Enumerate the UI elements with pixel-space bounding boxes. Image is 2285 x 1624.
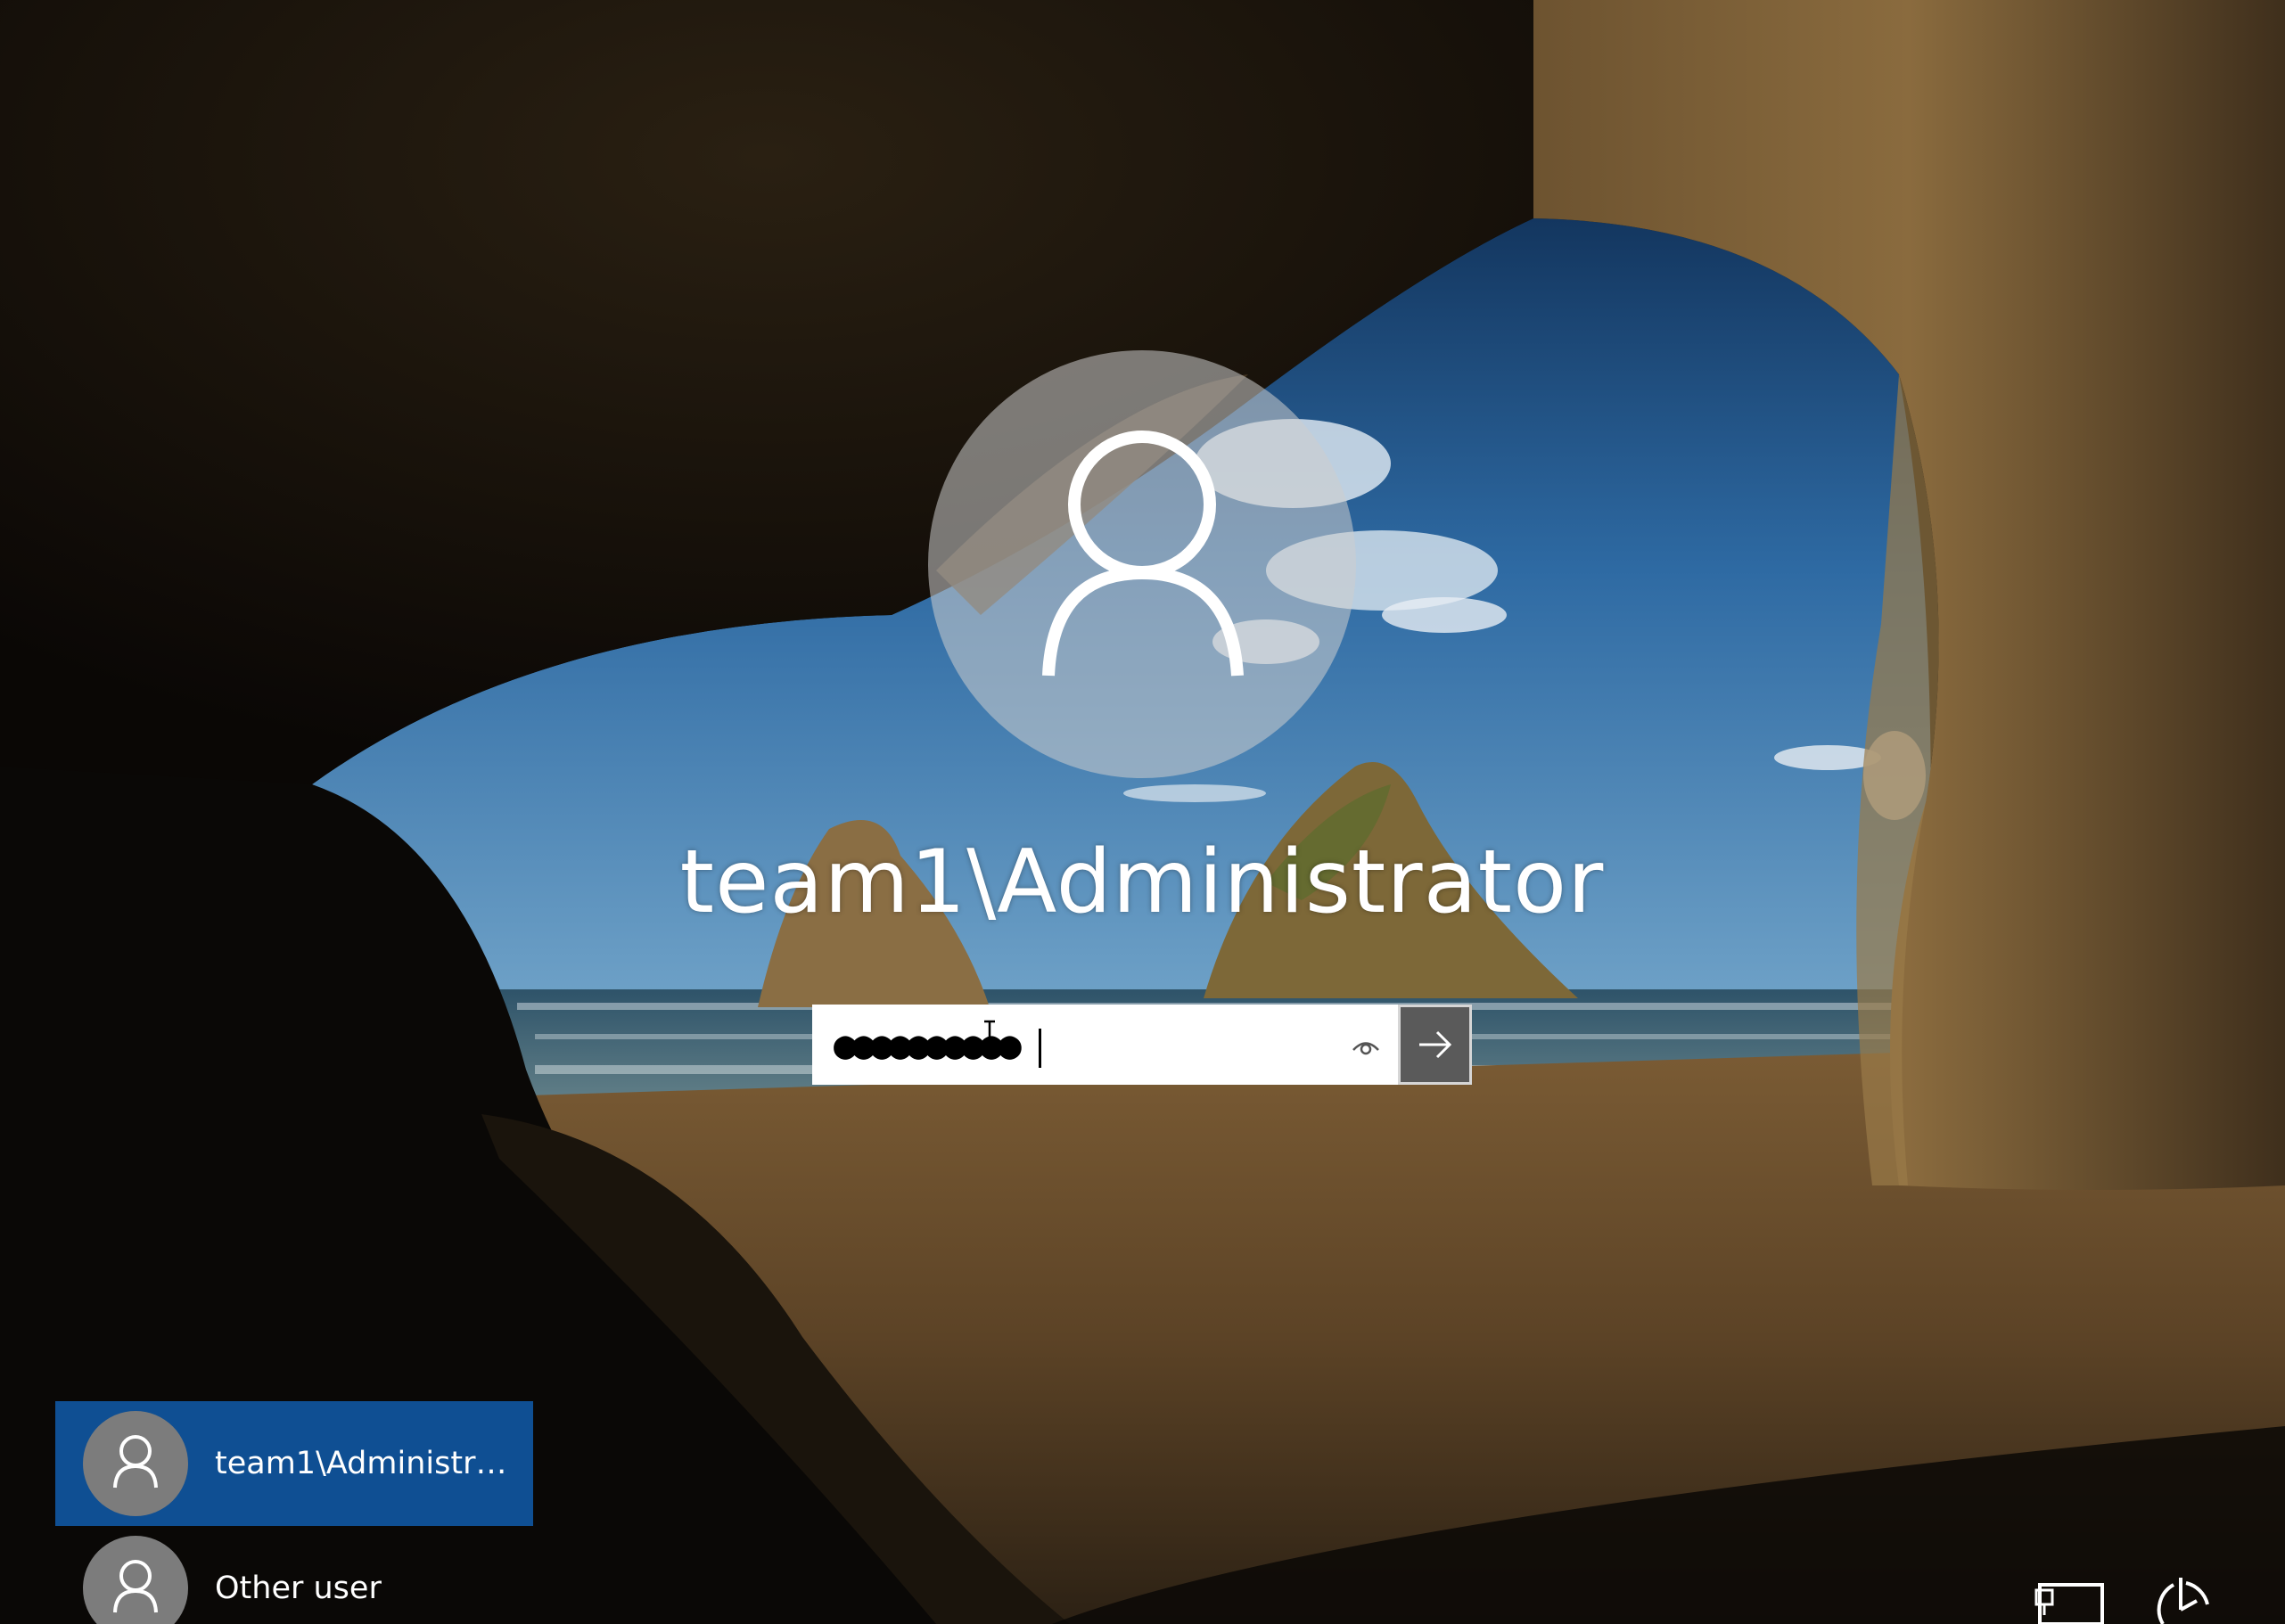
reveal-password-button[interactable] — [1345, 1026, 1386, 1067]
account-avatar — [928, 350, 1356, 778]
arrow-right-icon — [1418, 1030, 1451, 1059]
password-box — [812, 1005, 1472, 1085]
mouse-cursor-ibeam-icon — [984, 1020, 995, 1054]
submit-button[interactable] — [1398, 1005, 1472, 1085]
text-caret — [1039, 1029, 1041, 1068]
user-tile-administrator[interactable]: team1\Administra... — [55, 1401, 533, 1526]
lock-screen: team1\Administrator ●●●●●●●●●● team1\Adm… — [0, 0, 2285, 1624]
password-input[interactable] — [834, 1019, 1253, 1072]
user-icon — [113, 1560, 158, 1613]
eye-icon — [1352, 1042, 1379, 1055]
user-icon — [1042, 431, 1244, 677]
ease-of-access-icon[interactable] — [2140, 1569, 2220, 1624]
user-tile-label: team1\Administra... — [215, 1446, 518, 1481]
network-icon[interactable] — [2031, 1569, 2111, 1624]
tile-avatar — [83, 1411, 188, 1516]
user-tile-other-user[interactable]: Other user — [55, 1526, 533, 1624]
tile-avatar — [83, 1536, 188, 1624]
user-icon — [113, 1435, 158, 1489]
password-field[interactable] — [812, 1005, 1398, 1085]
wallpaper-cave-beach — [0, 0, 2285, 1624]
account-name: team1\Administrator — [679, 832, 1605, 933]
user-tile-label: Other user — [215, 1571, 382, 1606]
